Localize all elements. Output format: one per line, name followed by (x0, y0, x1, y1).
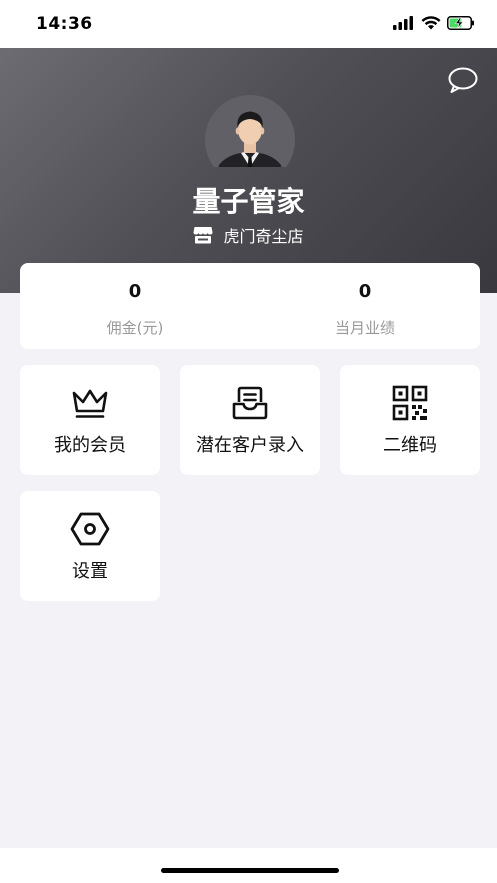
settings-tile[interactable]: 设置 (20, 491, 160, 601)
my-members-tile[interactable]: 我的会员 (20, 365, 160, 475)
my-members-label: 我的会员 (54, 435, 126, 456)
cellular-signal-icon (393, 16, 413, 30)
potential-customer-entry-label: 潜在客户录入 (196, 435, 304, 456)
store-name: 虎门奇尘店 (223, 227, 304, 246)
avatar[interactable] (205, 95, 295, 167)
monthly-performance-stat[interactable]: 0 当月业绩 (250, 263, 480, 349)
settings-label: 设置 (72, 561, 108, 582)
status-time: 14:36 (36, 14, 93, 34)
home-indicator[interactable] (161, 868, 339, 873)
monthly-performance-value: 0 (358, 281, 372, 302)
crown-icon (72, 389, 108, 418)
battery-charging-icon (447, 16, 474, 30)
commission-value: 0 (128, 281, 142, 302)
qr-code-tile[interactable]: 二维码 (340, 365, 480, 475)
store-info: 虎门奇尘店 (0, 224, 497, 246)
wifi-icon (421, 16, 441, 30)
monthly-performance-label: 当月业绩 (334, 319, 395, 337)
chat-bubble-icon[interactable] (447, 66, 479, 94)
store-icon (193, 227, 213, 244)
qr-code-icon (392, 385, 428, 421)
status-bar: 14:36 (0, 0, 497, 48)
hexagon-settings-icon (70, 512, 110, 546)
user-name: 量子管家 (192, 185, 305, 218)
qr-code-label: 二维码 (383, 435, 437, 456)
potential-customer-entry-tile[interactable]: 潜在客户录入 (180, 365, 320, 475)
avatar-portrait (205, 95, 295, 167)
commission-label: 佣金(元) (106, 319, 164, 337)
profile-header (0, 48, 497, 293)
inbox-icon (232, 386, 268, 420)
commission-stat[interactable]: 0 佣金(元) (20, 263, 250, 349)
stats-card: 0 佣金(元) 0 当月业绩 (20, 263, 480, 349)
